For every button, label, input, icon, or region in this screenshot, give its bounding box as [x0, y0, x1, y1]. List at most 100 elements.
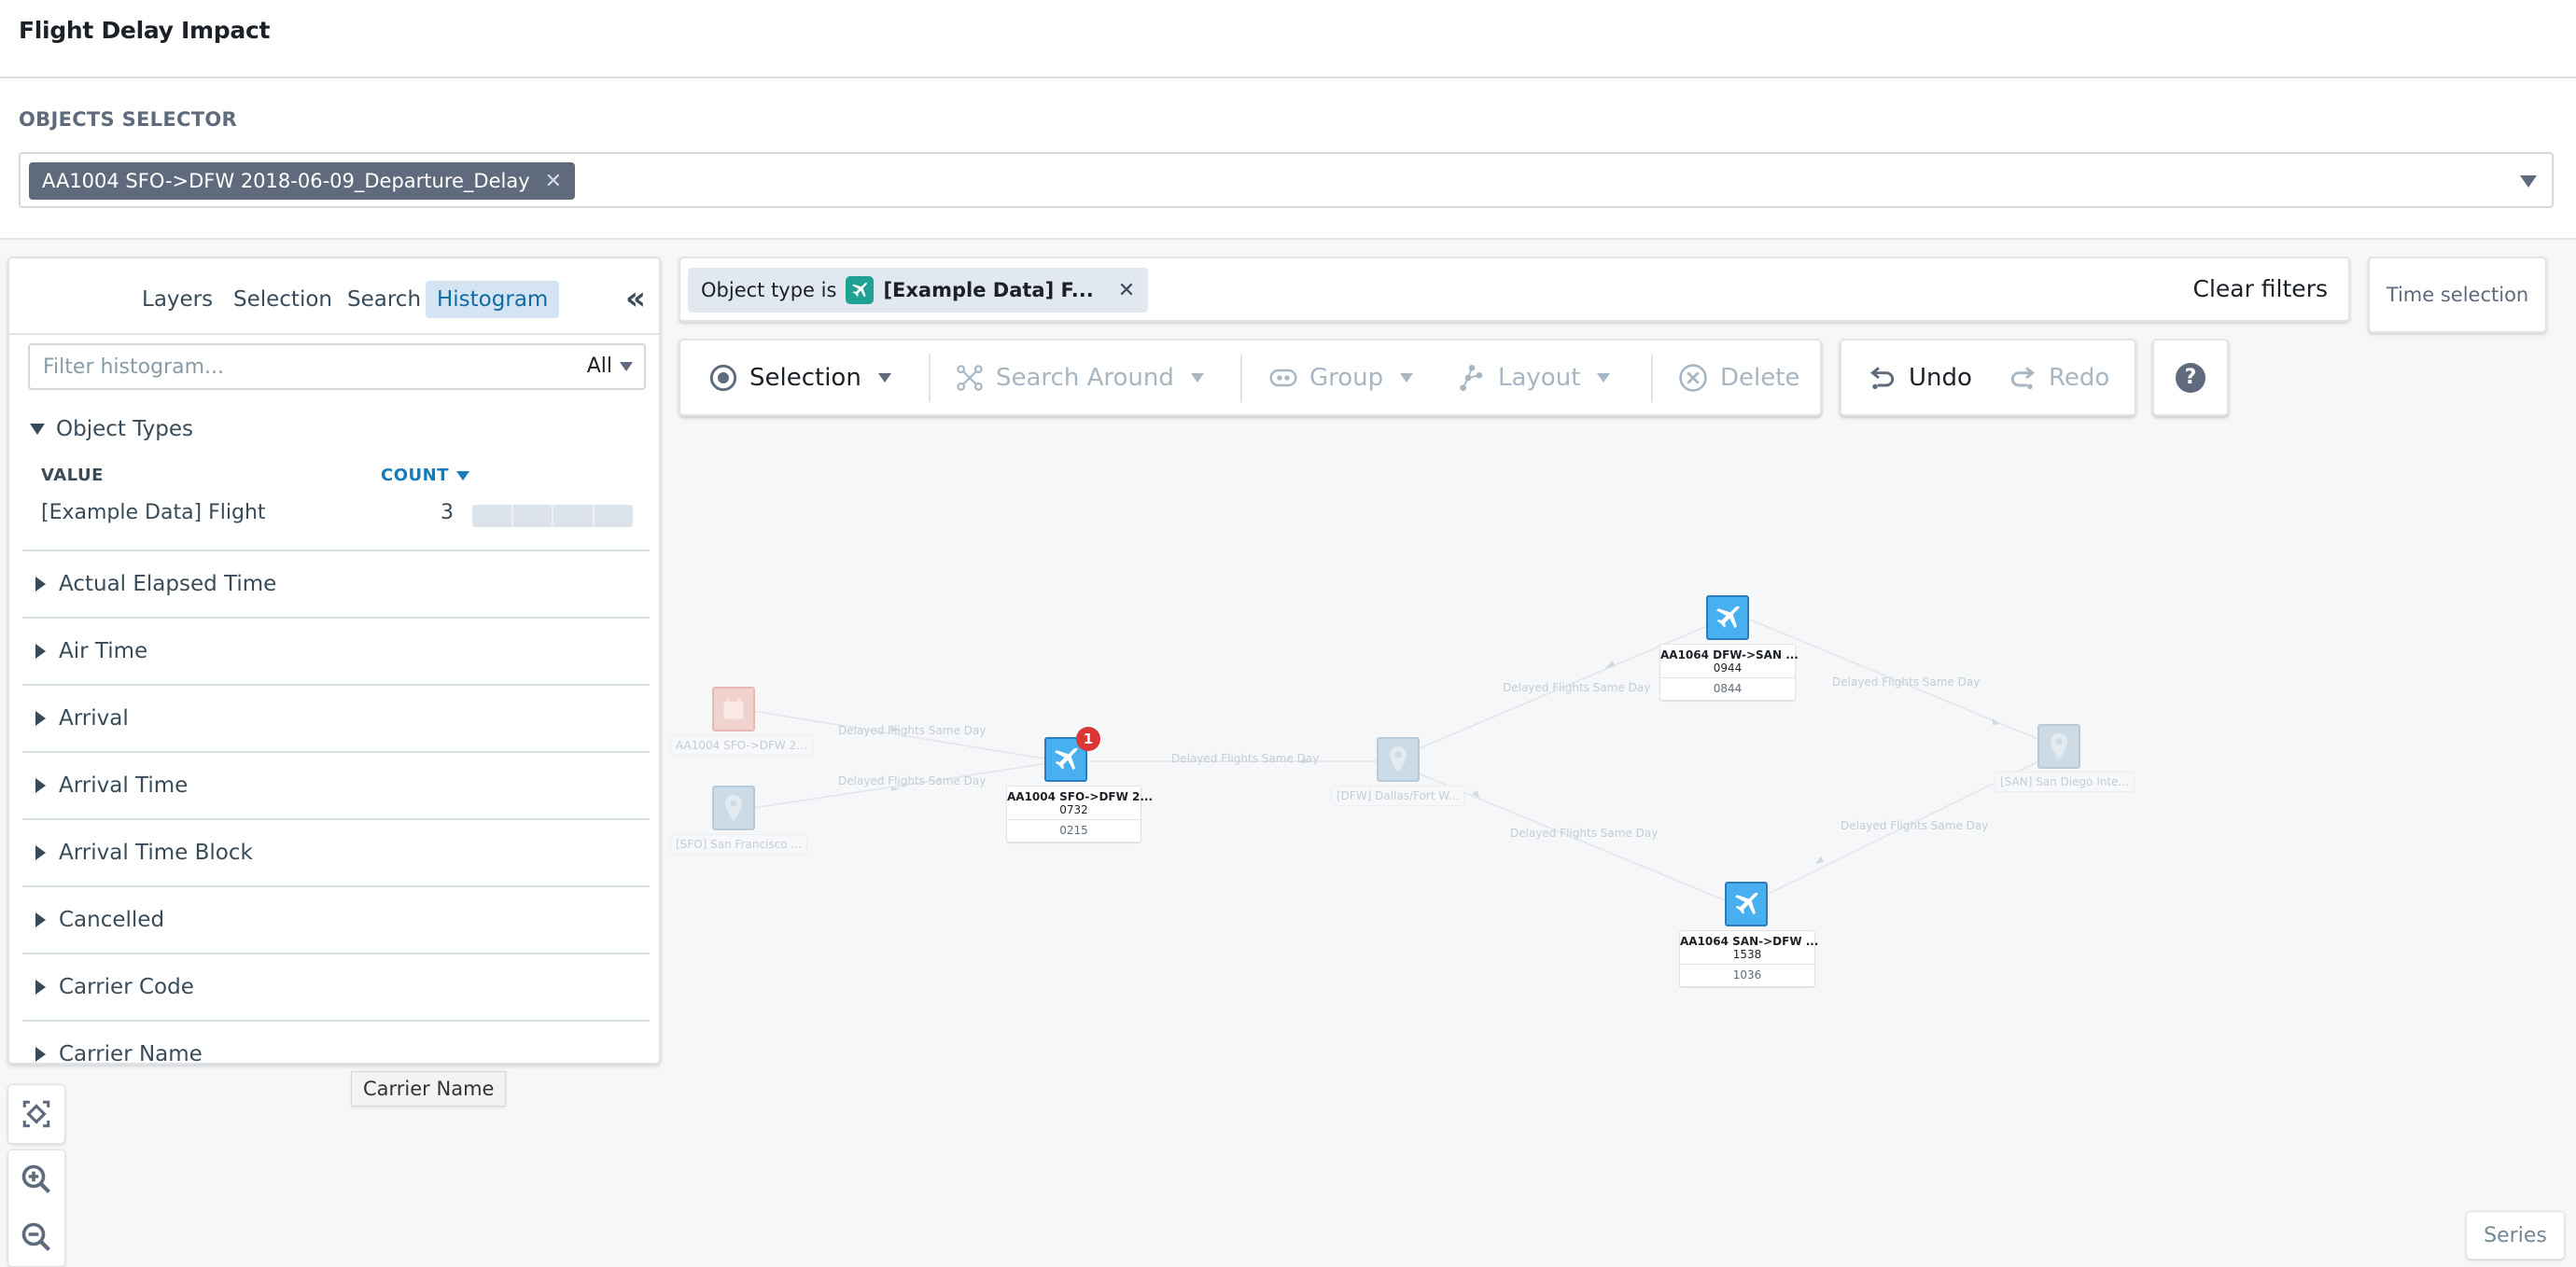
edge-label: Delayed Flights Same Day — [1503, 681, 1651, 694]
toolbar-divider — [1651, 354, 1653, 402]
search-around-label: Search Around — [996, 363, 1174, 392]
zoom-in-button[interactable] — [8, 1150, 64, 1208]
help-button[interactable]: ? — [2152, 339, 2229, 416]
property-section[interactable]: Carrier Code — [22, 953, 650, 1020]
edge-label: Delayed Flights Same Day — [838, 774, 987, 787]
zoom-in-icon — [21, 1164, 50, 1193]
column-header-count-label: COUNT — [381, 466, 449, 485]
series-button[interactable]: Series — [2466, 1211, 2565, 1260]
zoom-out-icon — [21, 1222, 50, 1251]
caret-down-icon — [1190, 372, 1204, 383]
undo-redo-group: Undo Redo — [1840, 339, 2136, 416]
close-icon[interactable]: ✕ — [1118, 279, 1135, 302]
page-title: Flight Delay Impact — [19, 17, 271, 44]
selection-button[interactable]: Selection — [708, 341, 891, 414]
property-label: Air Time — [59, 639, 148, 663]
property-section[interactable]: Arrival — [22, 684, 650, 751]
delete-circle-icon — [1679, 363, 1707, 392]
airplane-icon — [1725, 882, 1768, 926]
node-property: 0944 — [1713, 661, 1743, 675]
filter-chip-value: [Example Data] F... — [883, 279, 1094, 301]
property-label: Arrival Time Block — [59, 841, 253, 865]
caret-down-icon — [1400, 372, 1414, 383]
selection-target-icon — [709, 364, 737, 391]
app-header: Flight Delay Impact — [0, 0, 2576, 78]
histogram-row-value[interactable]: [Example Data] Flight — [41, 501, 266, 524]
caret-right-icon — [35, 577, 46, 592]
filter-scope-value: All — [586, 355, 612, 378]
node-property: 0844 — [1660, 677, 1795, 700]
histogram-row-count: 3 — [441, 501, 454, 524]
zoom-out-button[interactable] — [8, 1208, 64, 1266]
property-section[interactable]: Arrival Time Block — [22, 818, 650, 885]
airplane-icon — [846, 276, 875, 304]
map-marker-icon — [712, 786, 755, 830]
property-section[interactable]: Arrival Time — [22, 751, 650, 818]
group-button[interactable]: Group — [1268, 341, 1414, 414]
caret-down-icon — [1597, 372, 1611, 383]
caret-right-icon — [35, 845, 46, 860]
edge-arrow — [1605, 661, 1615, 668]
undo-label: Undo — [1909, 363, 1972, 392]
histogram-filter-input[interactable] — [30, 345, 553, 388]
node-card: AA1004 SFO->DFW 2... 0732 0215 — [1006, 786, 1154, 842]
clear-filters-button[interactable]: Clear filters — [2192, 275, 2328, 302]
edge-arrow — [1993, 718, 2000, 725]
node-title: AA1064 DFW->SAN ... — [1660, 648, 1799, 661]
filter-scope-select[interactable]: All — [587, 355, 633, 378]
edge-arrow — [1815, 856, 1824, 864]
fit-to-screen-button[interactable] — [7, 1084, 65, 1144]
edge-arrow — [891, 787, 901, 791]
objects-selector-input[interactable]: AA1004 SFO->DFW 2018-06-09_Departure_Del… — [19, 152, 2554, 208]
tab-search[interactable]: Search — [336, 281, 432, 318]
graph-toolbar: Selection Search Around Group Layout Del… — [679, 339, 1822, 416]
selected-object-tag-label: AA1004 SFO->DFW 2018-06-09_Departure_Del… — [42, 170, 530, 192]
caret-right-icon — [35, 980, 46, 995]
redo-icon — [2010, 366, 2036, 389]
object-types-section-toggle[interactable]: Object Types — [30, 417, 193, 441]
graph-nodes-icon — [957, 364, 983, 391]
histogram-bar[interactable] — [472, 505, 633, 527]
selection-button-label: Selection — [749, 363, 861, 392]
tab-histogram[interactable]: Histogram — [426, 281, 560, 318]
double-chevron-left-icon[interactable]: « — [625, 283, 646, 314]
node-title: AA1004 SFO->DFW 2... — [1007, 790, 1154, 803]
property-label: Actual Elapsed Time — [59, 572, 277, 596]
caret-down-icon[interactable] — [2520, 175, 2537, 188]
property-label: Carrier Name — [59, 1042, 203, 1065]
edge-label: Delayed Flights Same Day — [1841, 819, 1989, 832]
undo-button[interactable]: Undo — [1868, 341, 1972, 414]
filter-chip-prefix: Object type is — [701, 279, 837, 301]
time-selection-button[interactable]: Time selection — [2368, 257, 2547, 333]
property-section[interactable]: Actual Elapsed Time — [22, 550, 650, 617]
object-type-filter-chip[interactable]: Object type is [Example Data] F... ✕ — [688, 268, 1149, 313]
column-header-count[interactable]: COUNT — [381, 466, 469, 485]
delete-button[interactable]: Delete — [1677, 341, 1799, 414]
map-marker-icon — [2037, 724, 2080, 769]
calendar-icon — [712, 687, 755, 731]
property-label: Arrival — [59, 706, 129, 731]
filter-bar: Object type is [Example Data] F... ✕ Cle… — [679, 257, 2350, 322]
close-icon[interactable]: ✕ — [545, 170, 562, 193]
property-label: Arrival Time — [59, 773, 189, 798]
layout-button[interactable]: Layout — [1457, 341, 1611, 414]
edge-label: Delayed Flights Same Day — [1171, 752, 1320, 765]
node-property: 1036 — [1680, 964, 1814, 986]
notification-badge: 1 — [1076, 727, 1100, 751]
graph-area[interactable]: Delayed Flights Same Day Delayed Flights… — [663, 416, 2576, 1267]
node-label: [DFW] Dallas/Fort W... — [1331, 786, 1465, 806]
search-around-button[interactable]: Search Around — [955, 341, 1204, 414]
node-card: AA1064 DFW->SAN ... 0944 0844 — [1659, 644, 1799, 701]
caret-down-icon — [30, 424, 45, 435]
property-section[interactable]: Air Time — [22, 617, 650, 684]
map-marker-icon — [1377, 737, 1420, 782]
zoom-controls — [7, 1149, 65, 1267]
property-section[interactable]: Cancelled — [22, 885, 650, 953]
tab-layers[interactable]: Layers — [131, 281, 224, 318]
property-section[interactable]: Carrier Name — [22, 1020, 650, 1065]
redo-button[interactable]: Redo — [2008, 341, 2109, 414]
column-header-value: VALUE — [41, 466, 104, 485]
tab-selection[interactable]: Selection — [222, 281, 343, 318]
layout-label: Layout — [1498, 363, 1581, 392]
caret-right-icon — [35, 912, 46, 927]
